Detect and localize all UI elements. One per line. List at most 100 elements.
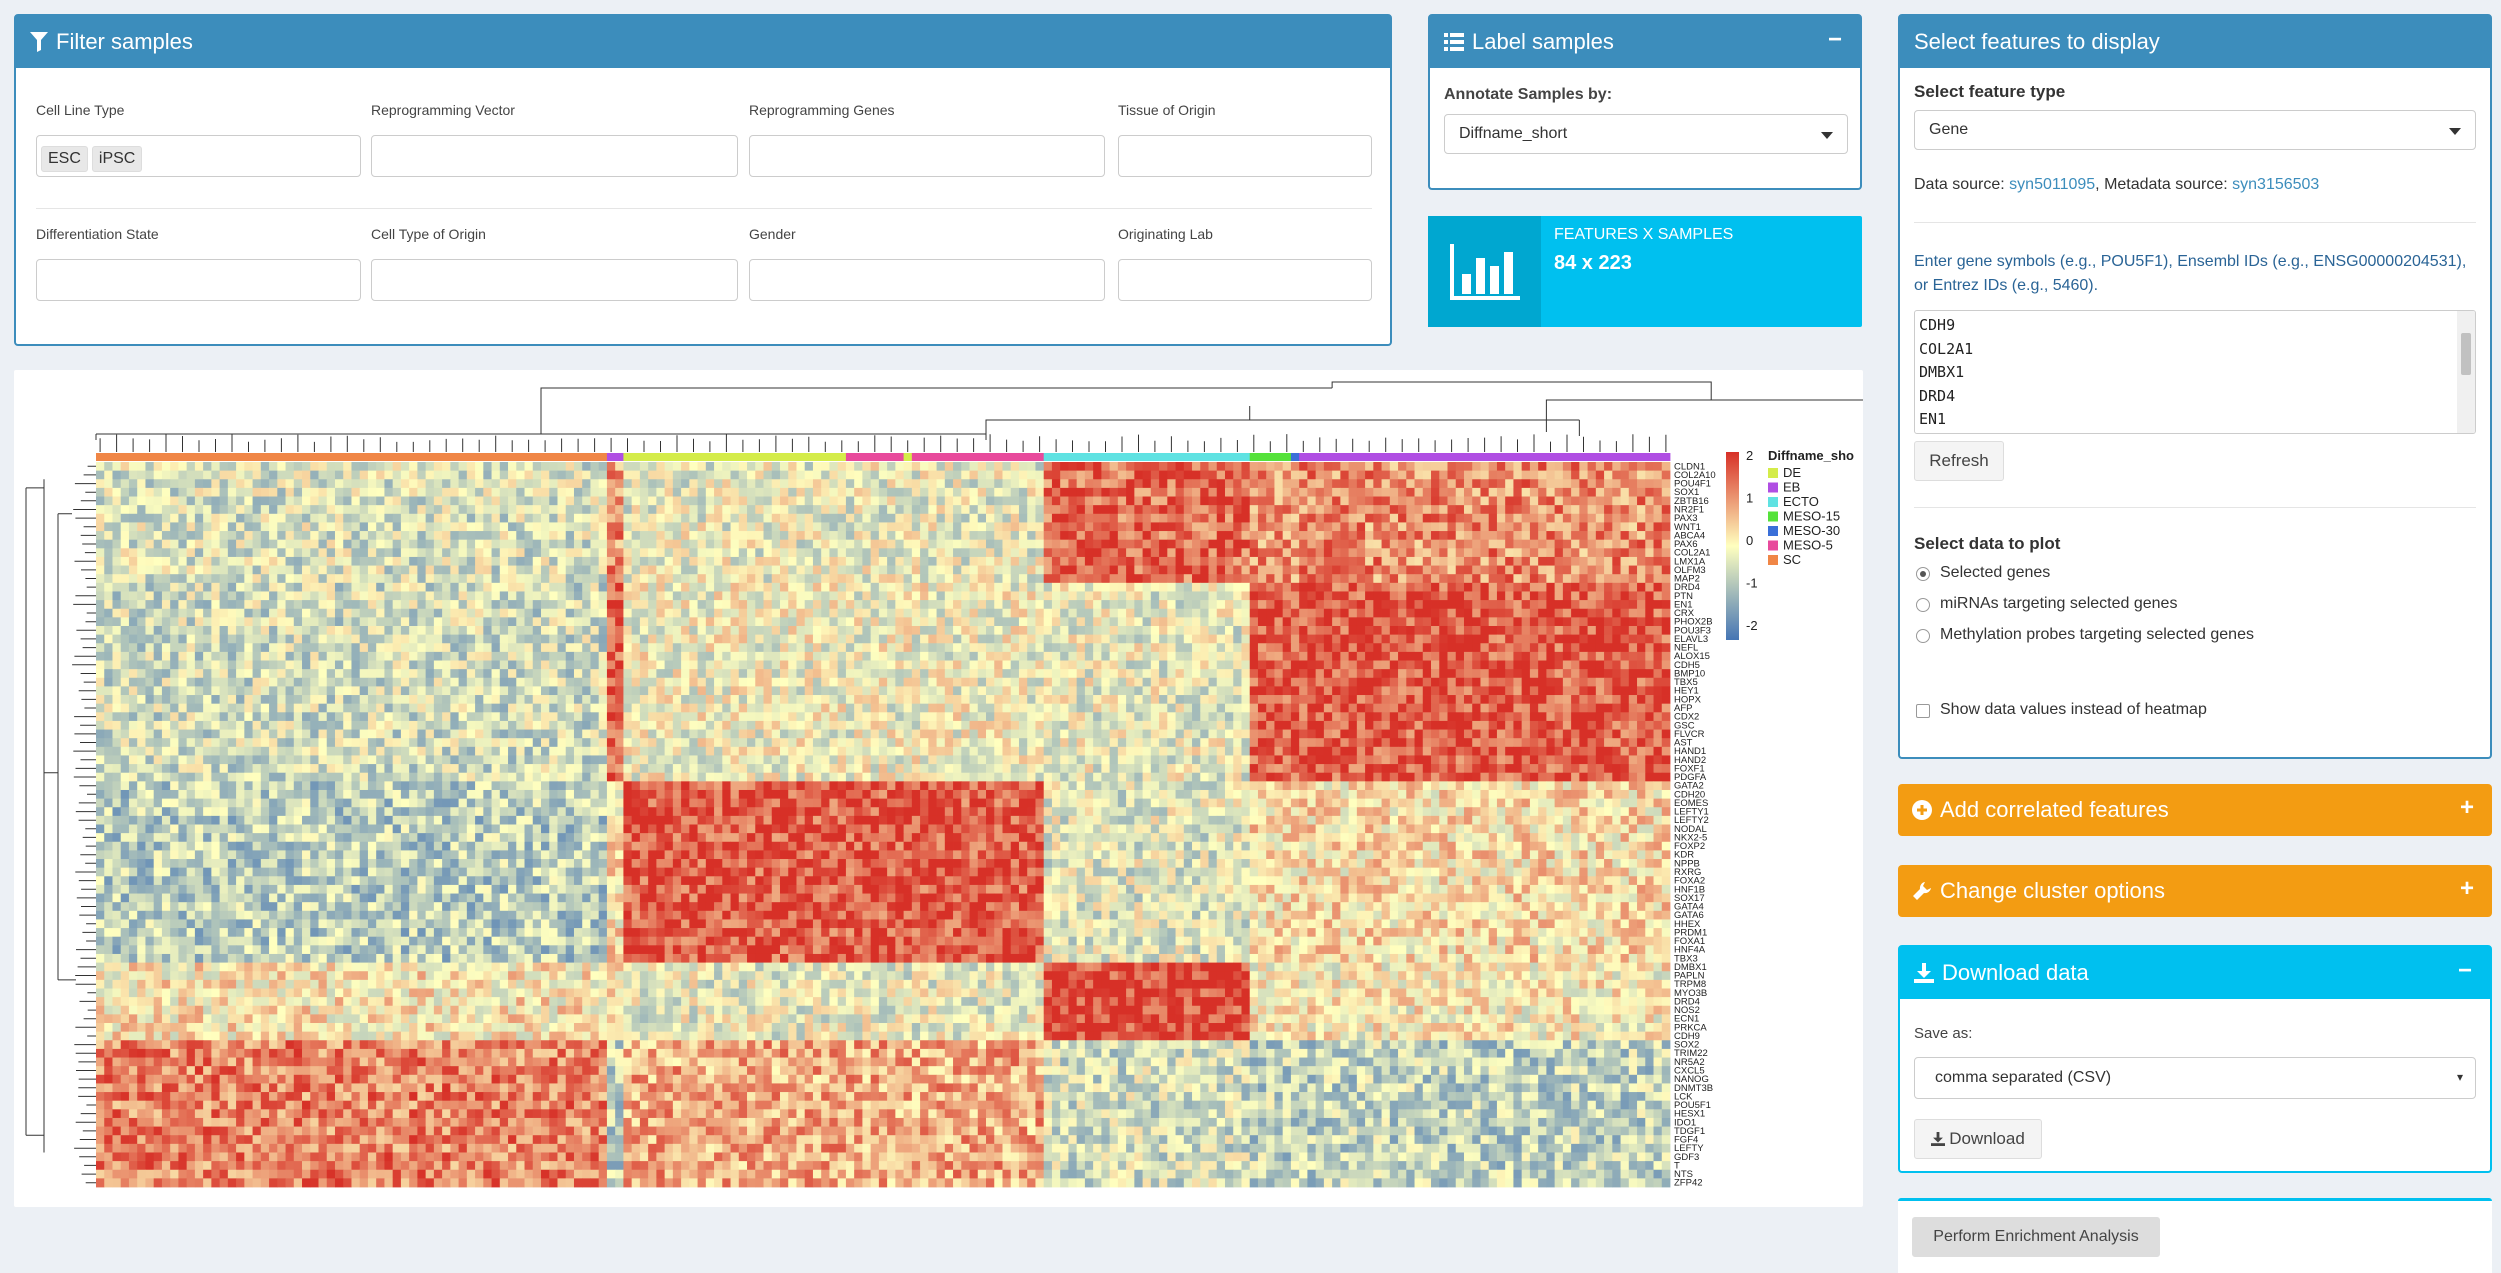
annotation-cell-meso-5 — [878, 453, 888, 461]
save-as-label: Save as: — [1914, 1025, 1973, 1042]
refresh-button[interactable]: Refresh — [1914, 441, 2004, 481]
annotation-cell-sc — [582, 453, 591, 461]
annotation-cell-meso-5 — [845, 453, 855, 461]
row-dendrogram — [25, 479, 76, 1153]
annotation-cell-meso-5 — [928, 453, 937, 461]
annotation-cell-sc — [351, 453, 361, 461]
cell-type-of-origin-input[interactable] — [371, 259, 738, 301]
annotation-cell-eb — [1538, 453, 1547, 461]
annotation-cell-meso-5 — [870, 453, 880, 461]
annotation-cell-meso-5 — [862, 453, 872, 461]
tag-ipsc[interactable]: iPSC — [91, 146, 143, 172]
collapse-label-samples-button[interactable]: − — [1828, 26, 1842, 54]
annotation-cell-de — [796, 453, 806, 461]
annotate-select-value: Diffname_short — [1459, 125, 1568, 142]
annotation-cell-eb — [1480, 453, 1490, 461]
gene-help-text: Enter gene symbols (e.g., POU5F1), Ensem… — [1914, 253, 2467, 294]
perform-enrichment-button[interactable]: Perform Enrichment Analysis — [1912, 1217, 2160, 1257]
annotation-cell-eb — [1521, 453, 1531, 461]
annotation-cell-eb — [1653, 453, 1663, 461]
cluster-options-title: Change cluster options — [1940, 878, 2166, 903]
annotation-cell-sc — [318, 453, 328, 461]
filter-samples-title: Filter samples — [56, 29, 193, 54]
reprogramming-genes-input[interactable] — [749, 135, 1105, 177]
annotate-select[interactable]: Diffname_short — [1444, 114, 1848, 154]
legend-label-de: DE — [1783, 465, 1801, 480]
legend-label-ecto: ECTO — [1783, 494, 1819, 509]
annotation-cell-eb — [1414, 453, 1424, 461]
download-data-header: Download data − — [1900, 947, 2490, 999]
select-features-panel: Select features to display Select featur… — [1898, 14, 2492, 759]
annotation-cell-sc — [326, 453, 336, 461]
download-button[interactable]: Download — [1914, 1119, 2042, 1159]
wrench-icon — [1912, 881, 1932, 901]
scale-tick-label: 2 — [1746, 448, 1753, 463]
filter-divider — [36, 208, 1372, 209]
annotation-cell-de — [689, 453, 698, 461]
annotation-cell-meso-5 — [953, 453, 962, 461]
annotation-cell-sc — [293, 453, 303, 461]
legend-swatch-meso-30 — [1768, 526, 1778, 536]
annotation-cell-sc — [442, 453, 451, 461]
radio-methylation[interactable] — [1916, 629, 1930, 643]
annotation-cell-ecto — [1224, 453, 1234, 461]
annotation-cell-sc — [269, 453, 278, 461]
annotation-cell-eb — [1431, 453, 1440, 461]
plus-circle-icon — [1912, 800, 1932, 820]
annotation-cell-ecto — [1060, 453, 1069, 461]
annotation-cell-sc — [359, 453, 369, 461]
differentiation-state-input[interactable] — [36, 259, 361, 301]
feature-type-select[interactable]: Gene — [1914, 110, 2476, 150]
field-label-reprogramming-genes: Reprogramming Genes — [749, 102, 895, 118]
cell-line-type-input[interactable]: ESC iPSC — [36, 135, 361, 177]
annotation-cell-eb — [1323, 453, 1333, 461]
cluster-options-header[interactable]: Change cluster options + — [1898, 865, 2492, 917]
data-source-label: Data source: — [1914, 176, 2005, 193]
gender-input[interactable] — [749, 259, 1105, 301]
annotation-cell-sc — [598, 453, 608, 461]
radio-selected-genes[interactable] — [1916, 567, 1930, 581]
annotation-cell-de — [722, 453, 731, 461]
tissue-of-origin-input[interactable] — [1118, 135, 1372, 177]
radio-label-mirnas: miRNAs targeting selected genes — [1940, 595, 2178, 612]
expand-correlated-button[interactable]: + — [2460, 794, 2474, 822]
features-samples-infobox: FEATURES X SAMPLES 84 x 223 — [1428, 216, 1862, 327]
annotation-cell-eb — [1307, 453, 1317, 461]
annotation-cell-ecto — [1159, 453, 1168, 461]
field-label-differentiation-state: Differentiation State — [36, 226, 159, 242]
scale-tick-label: -2 — [1746, 618, 1758, 633]
cluster-options-panel[interactable]: Change cluster options + — [1898, 865, 2492, 917]
annotation-cell-meso-5 — [887, 453, 896, 461]
annotation-cell-sc — [409, 453, 418, 461]
annotation-cell-sc — [343, 453, 352, 461]
annotation-cell-eb — [1348, 453, 1358, 461]
collapse-download-button[interactable]: − — [2458, 957, 2472, 985]
download-format-select[interactable]: comma separated (CSV) ▾ — [1914, 1057, 2476, 1099]
add-correlated-panel[interactable]: Add correlated features + — [1898, 784, 2492, 836]
annotation-cell-meso-5 — [986, 453, 995, 461]
gene-list-textarea[interactable]: CDH9 COL2A1 DMBX1 DRD4 EN1 — [1914, 310, 2476, 434]
annotation-cell-ecto — [1076, 453, 1086, 461]
annotation-cell-meso-5 — [1027, 453, 1036, 461]
gene-list-scrollbar[interactable] — [2457, 311, 2475, 433]
metadata-source-link[interactable]: syn3156503 — [2232, 176, 2319, 193]
annotation-cell-meso-5 — [1010, 453, 1020, 461]
annotation-cell-de — [755, 453, 764, 461]
radio-mirnas[interactable] — [1916, 598, 1930, 612]
show-values-checkbox[interactable] — [1916, 704, 1930, 718]
originating-lab-input[interactable] — [1118, 259, 1372, 301]
expand-cluster-button[interactable]: + — [2460, 875, 2474, 903]
tag-esc[interactable]: ESC — [41, 146, 88, 172]
annotation-cell-sc — [244, 453, 253, 461]
legend-swatch-eb — [1768, 482, 1778, 493]
annotation-cell-eb — [1604, 453, 1613, 461]
annotation-cell-eb — [1299, 453, 1308, 461]
annotation-cell-sc — [145, 453, 155, 461]
data-source-link[interactable]: syn5011095 — [2009, 176, 2095, 193]
annotation-cell-ecto — [1216, 453, 1226, 461]
add-correlated-header[interactable]: Add correlated features + — [1898, 784, 2492, 836]
reprogramming-vector-input[interactable] — [371, 135, 738, 177]
legend-label-eb: EB — [1783, 480, 1800, 495]
annotation-cell-eb — [1315, 453, 1325, 461]
gene-list-text: CDH9 COL2A1 DMBX1 DRD4 EN1 — [1919, 316, 1974, 428]
